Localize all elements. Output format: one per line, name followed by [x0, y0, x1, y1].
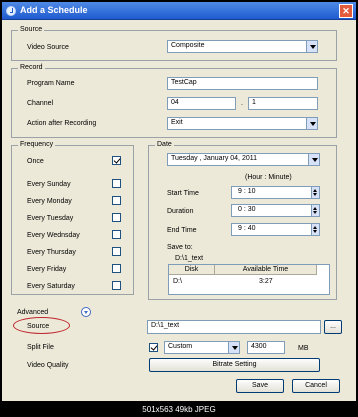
check-circle-icon [6, 6, 16, 16]
table-header-disk: Disk [169, 265, 215, 275]
frequency-label-wednesday: Every Wednsday [27, 232, 80, 239]
start-time-value: 9 : 10 [238, 188, 256, 195]
frequency-group-title: Frequency [18, 141, 56, 148]
save-button[interactable]: Save [236, 379, 284, 393]
frequency-checkbox-thursday[interactable] [112, 247, 121, 256]
frequency-label-sunday: Every Sunday [27, 181, 71, 188]
channel-label: Channel [27, 100, 54, 107]
chevron-down-icon[interactable] [306, 41, 317, 52]
table-cell-available-time[interactable]: 3:27 [259, 277, 273, 286]
chevron-down-icon[interactable] [306, 118, 317, 129]
frequency-label-once: Once [27, 158, 44, 165]
browse-button[interactable]: ... [324, 320, 342, 334]
channel-minor-input[interactable]: 1 [248, 97, 318, 110]
split-file-checkbox[interactable] [149, 343, 158, 352]
save-to-path: D:\1_text [175, 255, 204, 262]
video-source-value: Composite [171, 42, 205, 49]
time-format-hint: (Hour : Minute) [245, 174, 292, 181]
action-value: Exit [171, 119, 183, 126]
program-name-label: Program Name [27, 80, 75, 87]
frequency-checkbox-sunday[interactable] [112, 179, 121, 188]
cancel-button[interactable]: Cancel [292, 379, 340, 393]
frequency-label-thursday: Every Thursday [27, 249, 76, 256]
split-size-input[interactable]: 4300 [247, 341, 285, 354]
record-group: Record Program Name TestCap Channel 04 .… [11, 64, 337, 138]
date-group-title: Date [155, 141, 174, 148]
advanced-source-path: D:\1_text [151, 322, 180, 329]
start-time-input[interactable]: 9 : 10 [231, 186, 320, 199]
split-file-label: Split File [27, 344, 54, 351]
table-cell-disk[interactable]: D:\ [173, 277, 182, 286]
spinner-icon[interactable] [311, 187, 319, 198]
channel-major-value: 04 [171, 99, 179, 106]
image-caption: 501x563 49kb JPEG [0, 403, 358, 417]
advanced-label: Advanced [17, 309, 49, 316]
source-group-title: Source [18, 26, 45, 33]
frequency-checkbox-wednesday[interactable] [112, 230, 121, 239]
frequency-label-saturday: Every Saturday [27, 283, 75, 290]
chevron-down-icon[interactable] [228, 342, 239, 353]
close-icon[interactable]: ✕ [339, 4, 353, 18]
window-title: Add a Schedule [20, 5, 88, 15]
date-picker[interactable]: Tuesday , January 04, 2011 [167, 153, 320, 166]
end-time-value: 9 : 40 [238, 225, 256, 232]
action-after-recording-select[interactable]: Exit [167, 117, 318, 130]
frequency-checkbox-tuesday[interactable] [112, 213, 121, 222]
end-time-input[interactable]: 9 : 40 [231, 223, 320, 236]
save-to-label: Save to: [167, 244, 193, 251]
frequency-group: Frequency Once Every Sunday Every Monday… [11, 141, 134, 295]
advanced-source-label: Source [27, 323, 50, 330]
frequency-checkbox-monday[interactable] [112, 196, 121, 205]
program-name-input[interactable]: TestCap [167, 77, 318, 90]
advanced-source-input[interactable]: D:\1_text [147, 320, 321, 334]
date-value: Tuesday , January 04, 2011 [171, 155, 257, 162]
channel-major-input[interactable]: 04 [167, 97, 236, 110]
video-source-label: Video Source [27, 44, 69, 51]
spinner-icon[interactable] [311, 224, 319, 235]
video-quality-label: Video Quality [27, 362, 69, 369]
bitrate-setting-button[interactable]: Bitrate Setting [149, 358, 320, 372]
start-time-label: Start Time [167, 190, 199, 197]
frequency-label-tuesday: Every Tuesday [27, 215, 74, 222]
source-group: Source Video Source Composite [11, 26, 337, 61]
video-source-select[interactable]: Composite [167, 40, 318, 53]
program-name-value: TestCap [171, 79, 197, 86]
spinner-icon[interactable] [311, 205, 319, 216]
record-group-title: Record [18, 64, 45, 71]
add-schedule-dialog: Add a Schedule ✕ Source Video Source Com… [0, 0, 358, 403]
frequency-label-monday: Every Monday [27, 198, 72, 205]
split-mode-value: Custom [168, 343, 193, 350]
expand-icon[interactable] [81, 307, 91, 317]
table-header-available-time: Available Time [215, 265, 317, 275]
duration-input[interactable]: 0 : 30 [231, 204, 320, 217]
frequency-label-friday: Every Friday [27, 266, 67, 273]
disk-table: Disk Available Time D:\ 3:27 [168, 264, 330, 295]
frequency-checkbox-friday[interactable] [112, 264, 121, 273]
channel-separator: . [241, 100, 243, 107]
split-mode-select[interactable]: Custom [164, 341, 240, 354]
split-unit-label: MB [298, 345, 309, 352]
split-size-value: 4300 [251, 343, 267, 350]
duration-value: 0 : 30 [238, 206, 256, 213]
action-after-recording-label: Action after Recording [27, 120, 97, 127]
end-time-label: End Time [167, 227, 197, 234]
channel-minor-value: 1 [252, 99, 256, 106]
title-bar: Add a Schedule ✕ [2, 2, 356, 20]
frequency-checkbox-once[interactable] [112, 156, 121, 165]
chevron-down-icon[interactable] [308, 154, 319, 165]
duration-label: Duration [167, 208, 194, 215]
frequency-checkbox-saturday[interactable] [112, 281, 121, 290]
